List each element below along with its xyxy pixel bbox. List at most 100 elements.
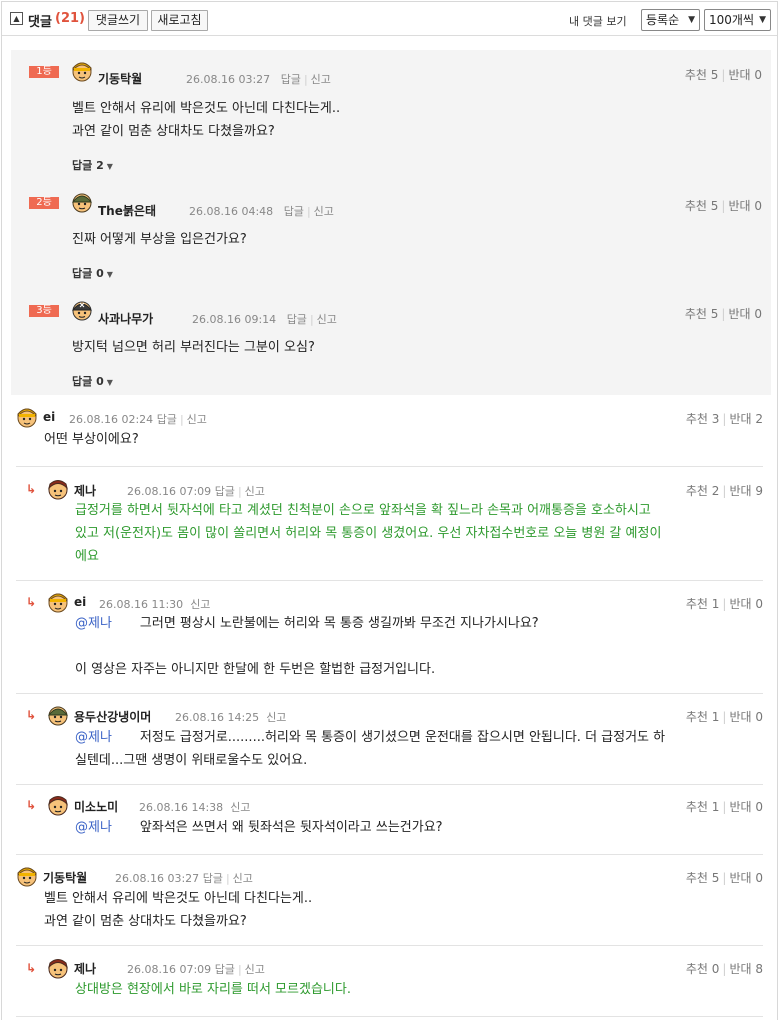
comment-meta: 26.08.16 02:24 답글 | 신고 [69, 413, 207, 426]
downvote-button[interactable]: 반대 0 [728, 199, 762, 213]
upvote-button[interactable]: 추천 1 [686, 710, 720, 724]
mention-link[interactable]: @제나 [75, 820, 112, 835]
upvote-button[interactable]: 추천 5 [685, 68, 719, 82]
comment-text: 벨트 안해서 유리에 박은것도 아닌데 다친다는게.. 과연 같이 멈춘 상대차… [44, 887, 312, 933]
downvote-button[interactable]: 반대 2 [729, 412, 763, 426]
comment-date: 26.08.16 03:27 [115, 872, 200, 885]
comment-date: 26.08.16 07:09 [127, 485, 212, 498]
upvote-button[interactable]: 추천 0 [686, 962, 720, 976]
avatar-icon[interactable] [47, 957, 69, 979]
upvote-button[interactable]: 추천 5 [685, 199, 719, 213]
replies-toggle[interactable]: 답글 0 ▼ [72, 265, 113, 281]
report-link[interactable]: 신고 [245, 963, 265, 976]
comment-text: 급정거를 하면서 뒷자석에 타고 계셨던 친척분이 손으로 앞좌석을 확 짚느라… [75, 499, 661, 568]
avatar-icon[interactable] [71, 191, 93, 213]
comment-author[interactable]: 사과나무가 [98, 310, 153, 327]
comment-line: 방지턱 넘으면 허리 부러진다는 그분이 오심? [72, 340, 315, 355]
reply-link[interactable]: 답글 [281, 73, 301, 86]
avatar-icon[interactable] [47, 794, 69, 816]
comment-divider [16, 580, 763, 581]
report-link[interactable]: 신고 [317, 313, 337, 326]
comment-line: 과연 같이 멈춘 상대차도 다쳤을까요? [44, 914, 247, 929]
write-comment-button[interactable]: 댓글쓰기 [88, 10, 148, 31]
comment-line: 상대방은 현장에서 바로 자리를 떠서 모르겠습니다. [75, 982, 351, 997]
comment-date: 26.08.16 14:38 [139, 801, 224, 814]
downvote-button[interactable]: 반대 0 [729, 597, 763, 611]
comment-meta: 26.08.16 03:27 답글 | 신고 [186, 73, 331, 86]
sort-order-select[interactable]: 등록순 ▼ [641, 9, 700, 31]
upvote-button[interactable]: 추천 5 [686, 871, 720, 885]
report-link[interactable]: 신고 [230, 801, 250, 814]
comment-author[interactable]: 용두산강냉이머 [74, 708, 151, 725]
refresh-button[interactable]: 새로고침 [151, 10, 208, 31]
sort-order-value: 등록순 [646, 13, 680, 27]
comment-author[interactable]: The붉은태 [98, 202, 156, 219]
comment-author[interactable]: ei [43, 410, 55, 424]
comment-author[interactable]: 기동탁월 [43, 869, 87, 886]
downvote-button[interactable]: 반대 0 [729, 710, 763, 724]
reply-link[interactable]: 답글 [157, 413, 177, 426]
reply-link[interactable]: 답글 [215, 963, 235, 976]
downvote-button[interactable]: 반대 0 [728, 68, 762, 82]
report-link[interactable]: 신고 [233, 872, 253, 885]
comment-line: 실텐데...그땐 생명이 위태로울수도 있어요. [75, 753, 308, 768]
report-link[interactable]: 신고 [190, 598, 210, 611]
report-link[interactable]: 신고 [245, 485, 265, 498]
report-link[interactable]: 신고 [266, 711, 286, 724]
comment-text: @제나 그러면 평상시 노란불에는 허리와 목 통증 생길까봐 무조건 지나가시나… [75, 612, 539, 681]
replies-count: 답글 0 [72, 375, 104, 388]
reply-link[interactable]: 답글 [284, 205, 304, 218]
downvote-button[interactable]: 반대 0 [729, 800, 763, 814]
comment-text: @제나 저정도 급정거로.........허리와 목 통증이 생기셨으면 운전대를… [75, 726, 665, 772]
downvote-button[interactable]: 반대 0 [728, 307, 762, 321]
chevron-down-icon: ▼ [106, 270, 113, 279]
comment-divider [16, 854, 763, 855]
comment-author[interactable]: 제나 [74, 960, 96, 977]
comment-title: 댓글 [28, 15, 52, 30]
comment-meta: 26.08.16 14:38 신고 [139, 799, 250, 815]
upvote-button[interactable]: 추천 3 [686, 412, 720, 426]
comment-author[interactable]: 미소노미 [74, 798, 118, 815]
avatar-icon[interactable] [47, 591, 69, 613]
avatar-icon[interactable] [71, 299, 93, 321]
report-link[interactable]: 신고 [314, 205, 334, 218]
comment-text: 상대방은 현장에서 바로 자리를 떠서 모르겠습니다. [75, 978, 351, 1001]
avatar-icon[interactable] [71, 60, 93, 82]
chevron-down-icon: ▼ [106, 378, 113, 387]
rank-badge: 1등 [29, 66, 59, 78]
report-link[interactable]: 신고 [187, 413, 207, 426]
comment-author[interactable]: ei [74, 595, 86, 609]
mention-link[interactable]: @제나 [75, 616, 112, 631]
reply-arrow-icon: ↳ [26, 961, 37, 975]
upvote-button[interactable]: 추천 1 [686, 800, 720, 814]
vote-counts: 추천 1 | 반대 0 [685, 597, 763, 611]
collapse-toggle-icon[interactable]: ▲ [10, 12, 23, 25]
reply-link[interactable]: 답글 [203, 872, 223, 885]
report-link[interactable]: 신고 [311, 73, 331, 86]
avatar-icon[interactable] [47, 478, 69, 500]
comment-date: 26.08.16 07:09 [127, 963, 212, 976]
comment-divider [16, 466, 763, 467]
downvote-button[interactable]: 반대 8 [729, 962, 763, 976]
upvote-button[interactable]: 추천 5 [685, 307, 719, 321]
reply-link[interactable]: 답글 [287, 313, 307, 326]
avatar-icon[interactable] [16, 406, 38, 428]
reply-link[interactable]: 답글 [215, 485, 235, 498]
upvote-button[interactable]: 추천 2 [686, 484, 720, 498]
mention-link[interactable]: @제나 [75, 730, 112, 745]
avatar-icon[interactable] [47, 704, 69, 726]
avatar-icon[interactable] [16, 865, 38, 887]
comment-line: @제나 앞좌석은 쓰면서 왜 뒷좌석은 뒷자석이라고 쓰는건가요? [75, 816, 443, 839]
comment-date: 26.08.16 04:48 [189, 205, 274, 218]
chevron-down-icon: ▼ [106, 162, 113, 171]
upvote-button[interactable]: 추천 1 [686, 597, 720, 611]
replies-toggle[interactable]: 답글 2 ▼ [72, 157, 113, 173]
my-comments-link[interactable]: 내 댓글 보기 [569, 13, 627, 29]
downvote-button[interactable]: 반대 9 [729, 484, 763, 498]
downvote-button[interactable]: 반대 0 [729, 871, 763, 885]
comment-author[interactable]: 기동탁월 [98, 70, 142, 87]
replies-toggle[interactable]: 답글 0 ▼ [72, 373, 113, 389]
comment-author[interactable]: 제나 [74, 482, 96, 499]
comment-meta: 26.08.16 09:14 답글 | 신고 [192, 313, 337, 326]
page-size-select[interactable]: 100개씩 ▼ [704, 9, 771, 31]
